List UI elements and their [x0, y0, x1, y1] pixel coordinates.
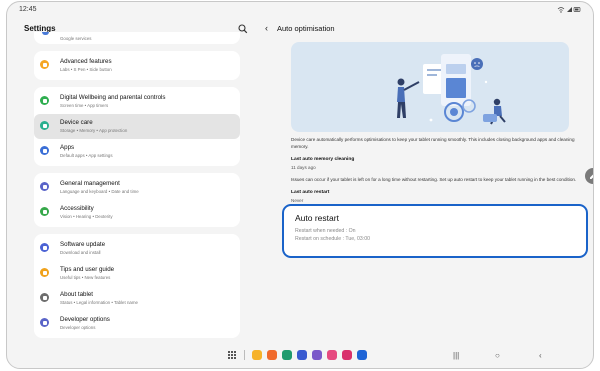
restart-when-needed-text: Restart when needed : On	[295, 228, 356, 234]
sidebar-item-subtitle: Language and keyboard • Date and time	[60, 188, 139, 194]
software-update-icon	[40, 243, 49, 252]
sidebar-item-tips[interactable]: Tips and user guide Useful tips • New fea…	[34, 261, 240, 286]
google-item-sub: Google services	[60, 36, 92, 41]
general-management-icon	[40, 182, 49, 191]
tablet-screen: 12:45 Settings Google services Advanced …	[6, 1, 594, 369]
sidebar-item-subtitle: Vision • Hearing • Dexterity	[60, 213, 113, 219]
advanced-features-icon	[40, 60, 49, 69]
app-dock	[227, 350, 367, 362]
samsung-notes-app-icon[interactable]	[267, 350, 277, 360]
last-memory-cleaning-value: 11 days ago	[291, 165, 316, 170]
wifi-signal-battery-icon	[557, 7, 581, 13]
edit-pencil-icon[interactable]	[585, 168, 593, 184]
sidebar-item-subtitle: Status • Legal information • Tablet name	[60, 299, 138, 305]
sidebar-item-subtitle: Storage • Memory • App protection	[60, 127, 128, 133]
messages-app-icon[interactable]	[282, 350, 292, 360]
auto-restart-card[interactable]: Auto restart Restart when needed : On Re…	[282, 204, 588, 258]
sidebar-item-subtitle: Useful tips • New features	[60, 274, 111, 280]
settings-group: Advanced features Labs • S Pen • Side but…	[34, 51, 240, 80]
sidebar-item-advanced-features[interactable]: Advanced features Labs • S Pen • Side but…	[34, 53, 240, 78]
sidebar-item-title: About tablet	[60, 291, 94, 298]
internet-app-icon[interactable]	[297, 350, 307, 360]
sidebar-item-title: Advanced features	[60, 58, 112, 65]
sidebar-item-subtitle: Default apps • App settings	[60, 152, 113, 158]
sidebar-item-subtitle: Developer options	[60, 324, 96, 330]
google-item-partial[interactable]: Google services	[34, 32, 240, 44]
sidebar-item-about-tablet[interactable]: About tablet Status • Legal information •…	[34, 286, 240, 311]
sidebar-item-general-management[interactable]: General management Language and keyboard …	[34, 175, 240, 200]
sidebar-item-accessibility[interactable]: Accessibility Vision • Hearing • Dexterit…	[34, 200, 240, 225]
issues-text: Issues can occur if your tablet is left …	[291, 177, 577, 182]
developer-options-icon	[40, 318, 49, 327]
sidebar-item-title: Tips and user guide	[60, 266, 115, 273]
dock-separator	[244, 350, 245, 360]
settings-app-icon[interactable]	[357, 350, 367, 360]
sidebar-item-subtitle: Download and install	[60, 249, 101, 255]
app-drawer-icon[interactable]	[227, 350, 237, 360]
apps-icon	[40, 146, 49, 155]
sidebar-item-title: Device care	[60, 119, 93, 126]
sidebar-item-title: Accessibility	[60, 205, 94, 212]
status-time: 12:45	[19, 6, 37, 13]
sidebar-item-subtitle: Screen time • App timers	[60, 102, 109, 108]
settings-group: Software update Download and install Tips …	[34, 234, 240, 338]
restart-on-schedule-text: Restart on schedule : Tue, 03:00	[295, 236, 370, 242]
settings-group: General management Language and keyboard …	[34, 173, 240, 227]
sidebar-item-title: Digital Wellbeing and parental controls	[60, 94, 166, 101]
digital-wellbeing-icon	[40, 96, 49, 105]
sidebar-item-title: Apps	[60, 144, 75, 151]
sidebar-item-device-care[interactable]: Device care Storage • Memory • App protec…	[34, 114, 240, 139]
google-icon	[42, 32, 49, 35]
sidebar-item-apps[interactable]: Apps Default apps • App settings	[34, 139, 240, 164]
detail-title: Auto optimisation	[277, 24, 335, 33]
last-auto-restart-value: Never	[291, 198, 304, 203]
accessibility-icon	[40, 207, 49, 216]
auto-optimisation-illustration	[291, 42, 569, 132]
detail-pane: ‹ Auto optimisation Device care automati…	[265, 18, 588, 348]
sidebar-item-digital-wellbeing[interactable]: Digital Wellbeing and parental controls S…	[34, 89, 240, 114]
my-files-app-icon[interactable]	[252, 350, 262, 360]
status-bar: 12:45	[7, 2, 593, 18]
sidebar-item-developer-options[interactable]: Developer options Developer options	[34, 311, 240, 336]
back-arrow-icon[interactable]: ‹	[265, 23, 268, 33]
bixby-app-icon[interactable]	[312, 350, 322, 360]
flower-app-icon[interactable]	[342, 350, 352, 360]
device-care-icon	[40, 121, 49, 130]
settings-list: Google services Advanced features Labs • …	[34, 32, 240, 345]
description-text: Device care automatically performs optim…	[291, 137, 575, 149]
home-icon[interactable]: ○	[495, 351, 500, 360]
galaxy-store-app-icon[interactable]	[327, 350, 337, 360]
back-icon[interactable]: ‹	[539, 351, 542, 360]
about-tablet-icon	[40, 293, 49, 302]
navigation-bar: ||| ○ ‹	[7, 348, 593, 368]
last-memory-cleaning-label: Last auto memory cleaning	[291, 157, 355, 162]
sidebar-item-title: Software update	[60, 241, 106, 248]
settings-group: Digital Wellbeing and parental controls S…	[34, 87, 240, 166]
sidebar-item-software-update[interactable]: Software update Download and install	[34, 236, 240, 261]
tips-icon	[40, 268, 49, 277]
status-icons	[557, 6, 581, 15]
sidebar-item-subtitle: Labs • S Pen • Side button	[60, 66, 112, 72]
recent-apps-icon[interactable]: |||	[453, 351, 459, 360]
sidebar-item-title: Developer options	[60, 316, 110, 323]
auto-restart-title: Auto restart	[295, 213, 339, 223]
sidebar-item-title: General management	[60, 180, 120, 187]
last-auto-restart-label: Last auto restart	[291, 190, 330, 195]
detail-content: Device care automatically performs optim…	[291, 136, 581, 209]
